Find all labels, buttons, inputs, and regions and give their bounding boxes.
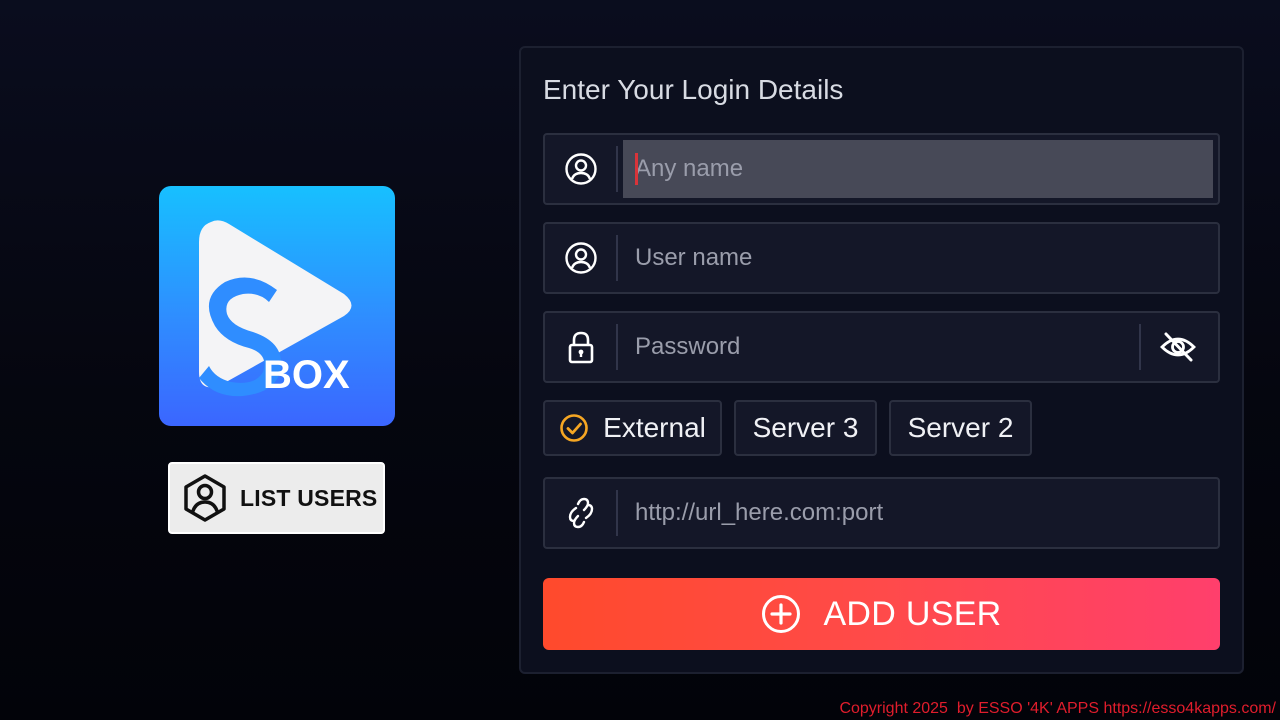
user-name-input[interactable] (623, 229, 1213, 287)
link-icon (561, 479, 601, 547)
url-field (543, 477, 1220, 549)
plus-circle-icon (761, 594, 801, 634)
list-users-button[interactable]: LIST USERS (168, 462, 385, 534)
any-name-input[interactable] (623, 140, 1213, 198)
copyright-text: Copyright 2025 by ESSO '4K' APPS https:/… (839, 700, 1276, 718)
logo-play-icon: BOX (159, 186, 395, 426)
page-title: Enter Your Login Details (543, 74, 843, 106)
list-users-label: LIST USERS (240, 485, 377, 512)
server-option-label: External (603, 412, 706, 444)
server-option-label: Server 3 (753, 412, 859, 444)
server-option-server-3[interactable]: Server 3 (734, 400, 877, 456)
app-logo: BOX (159, 186, 395, 426)
user-hexagon-icon (182, 473, 228, 523)
field-divider (616, 146, 618, 192)
field-divider (616, 324, 618, 370)
field-divider (616, 490, 618, 536)
password-input[interactable] (623, 318, 1138, 376)
logo-text: BOX (263, 353, 350, 397)
password-field (543, 311, 1220, 383)
text-cursor (635, 153, 638, 185)
add-user-button[interactable]: ADD USER (543, 578, 1220, 650)
server-option-label: Server 2 (908, 412, 1014, 444)
check-circle-icon (559, 413, 589, 443)
field-divider (1139, 324, 1141, 370)
url-input[interactable] (623, 484, 1213, 542)
lock-icon (561, 313, 601, 381)
eye-off-icon[interactable] (1156, 313, 1200, 381)
user-circle-icon (561, 135, 601, 203)
field-divider (616, 235, 618, 281)
user-circle-icon (561, 224, 601, 292)
server-option-server-2[interactable]: Server 2 (889, 400, 1032, 456)
add-user-label: ADD USER (823, 595, 1001, 634)
any-name-field (543, 133, 1220, 205)
server-option-external[interactable]: External (543, 400, 722, 456)
user-name-field (543, 222, 1220, 294)
